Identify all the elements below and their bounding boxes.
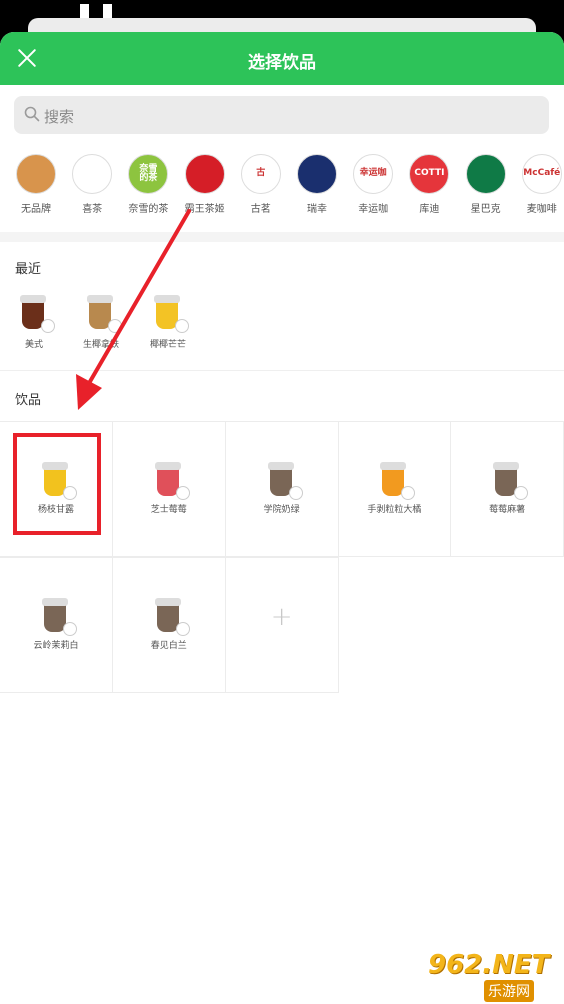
recent-item-label: 美式	[24, 340, 43, 350]
brand-logo-icon	[72, 154, 113, 194]
highlight-box	[13, 433, 101, 535]
brand-logo-icon	[297, 154, 337, 194]
plus-icon: +	[270, 602, 293, 632]
watermark-sub: 乐游网	[484, 980, 534, 1002]
drink-cup-icon	[83, 295, 122, 333]
brand-logo-icon: 幸运咖	[353, 154, 394, 194]
brand-badge-icon	[401, 486, 416, 500]
brand-logo-icon: McCafé	[521, 154, 562, 194]
drink-item[interactable]: 春见白兰	[112, 557, 226, 693]
brand-item[interactable]: 古古茗	[233, 154, 289, 215]
drink-cup-icon	[38, 598, 77, 636]
add-drink-button[interactable]: +	[225, 557, 339, 693]
brand-label: 无品牌	[21, 204, 51, 215]
header: 选择饮品	[0, 32, 564, 85]
brand-label: 幸运咖	[358, 204, 389, 215]
brand-badge-icon	[288, 486, 303, 500]
drink-cup-icon	[489, 462, 529, 500]
search-placeholder: 搜索	[44, 108, 75, 126]
drink-cup-icon	[151, 598, 190, 636]
drink-cup-icon	[264, 462, 303, 500]
search-icon	[24, 106, 40, 122]
drink-item[interactable]: 莓莓麻薯	[451, 421, 564, 557]
brand-item[interactable]: 奈雪 的茶 奈雪的茶	[120, 154, 176, 215]
divider	[0, 370, 564, 371]
brand-label: 库迪	[419, 204, 440, 215]
drink-cup-icon	[16, 295, 55, 333]
brand-label: 奈雪的茶	[128, 204, 169, 215]
brand-list: 无品牌 喜茶 奈雪 的茶 奈雪的茶 霸王茶姬古古茗 瑞幸 幸运咖 幸运咖 COTTI 库迪 星巴克 M…	[0, 154, 564, 224]
drink-item-label: 芝士莓莓	[150, 505, 187, 515]
recent-item[interactable]: 美式	[4, 295, 64, 350]
brand-logo-icon	[16, 154, 56, 194]
brand-logo-icon	[184, 154, 225, 194]
brand-logo-icon: 奈雪 的茶	[128, 154, 169, 194]
drink-cup-icon	[376, 462, 416, 500]
brand-item[interactable]: 瑞幸	[289, 154, 345, 215]
section-divider	[0, 232, 564, 242]
brand-item[interactable]: 无品牌	[8, 154, 64, 215]
recent-item[interactable]: 椰椰芒芒	[138, 295, 198, 350]
drink-item-label: 云岭茉莉白	[33, 641, 79, 651]
brand-item[interactable]: 幸运咖 幸运咖	[345, 154, 401, 215]
brand-label: 麦咖啡	[526, 204, 557, 215]
drink-item-label: 莓莓麻薯	[489, 505, 526, 515]
recent-item-label: 椰椰芒芒	[149, 340, 186, 350]
brand-label: 古茗	[250, 204, 271, 215]
drink-item[interactable]: 手剥粒粒大橘	[338, 421, 452, 557]
brand-badge-icon	[108, 319, 122, 333]
brand-label: 星巴克	[470, 204, 501, 215]
brand-label: 瑞幸	[307, 204, 327, 215]
brand-logo-icon: COTTI	[409, 154, 450, 194]
drink-item[interactable]: 云岭茉莉白	[0, 557, 113, 693]
brand-badge-icon	[175, 622, 190, 636]
search-input[interactable]: 搜索	[14, 96, 549, 134]
brand-badge-icon	[63, 622, 77, 636]
recent-section-title: 最近	[15, 262, 42, 277]
brand-label: 霸王茶姬	[184, 204, 225, 215]
watermark-main: 962.NET	[428, 950, 550, 980]
watermark-logo: 962.NET 乐游网	[422, 950, 564, 1004]
recent-item-label: 生椰拿铁	[82, 340, 119, 350]
brand-item[interactable]: 霸王茶姬	[177, 154, 233, 215]
brand-logo-icon	[465, 154, 506, 194]
drink-item[interactable]: 芝士莓莓	[112, 421, 226, 557]
drink-item-label: 手剥粒粒大橘	[367, 505, 422, 515]
drink-item-label: 学院奶绿	[263, 505, 300, 515]
brand-badge-icon	[41, 319, 55, 333]
brand-item[interactable]: McCafé 麦咖啡	[514, 154, 564, 215]
brand-item[interactable]: COTTI 库迪	[401, 154, 457, 215]
drinks-section-title: 饮品	[15, 393, 42, 408]
drink-cup-icon	[151, 462, 190, 500]
brand-label: 喜茶	[82, 204, 103, 215]
brand-badge-icon	[175, 319, 189, 333]
drink-cup-icon	[150, 295, 189, 333]
page-title: 选择饮品	[248, 53, 316, 73]
brand-item[interactable]: 喜茶	[64, 154, 120, 215]
drink-item[interactable]: 学院奶绿	[225, 421, 339, 557]
brand-logo-icon: 古	[240, 154, 281, 194]
brand-item[interactable]: 星巴克	[458, 154, 514, 215]
drink-item-label: 春见白兰	[150, 641, 187, 651]
brand-badge-icon	[514, 486, 529, 500]
recent-item[interactable]: 生椰拿铁	[71, 295, 131, 350]
brand-badge-icon	[175, 486, 190, 500]
